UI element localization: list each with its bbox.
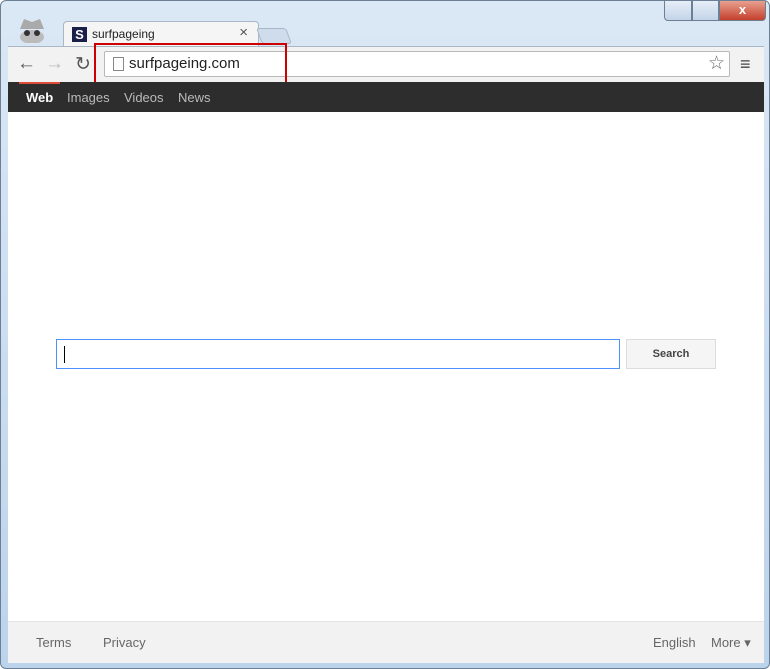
menu-icon[interactable]: ≡ <box>740 54 751 75</box>
incognito-icon <box>20 19 44 43</box>
browser-window: S surfpageing × x ← → ↻ surfpageing.com … <box>0 0 770 669</box>
nav-images[interactable]: Images <box>67 90 110 105</box>
bookmark-star-icon[interactable]: ☆ <box>708 52 725 75</box>
text-caret <box>64 346 65 363</box>
google-bar: Web Images Videos News <box>8 82 764 112</box>
language-link[interactable]: English <box>653 635 696 650</box>
footer: Terms Privacy English More ▾ <box>8 621 764 663</box>
maximize-button[interactable] <box>692 1 719 21</box>
privacy-link[interactable]: Privacy <box>103 635 146 650</box>
back-icon[interactable]: ← <box>17 53 36 75</box>
terms-link[interactable]: Terms <box>36 635 71 650</box>
new-tab-button[interactable] <box>256 28 292 44</box>
forward-icon[interactable]: → <box>45 53 64 75</box>
search-input[interactable] <box>56 339 620 369</box>
tab-title: surfpageing <box>92 27 155 41</box>
active-tab-indicator <box>19 82 60 84</box>
favicon: S <box>72 27 87 42</box>
nav-videos[interactable]: Videos <box>124 90 164 105</box>
nav-web[interactable]: Web <box>26 90 53 105</box>
nav-news[interactable]: News <box>178 90 211 105</box>
more-dropdown[interactable]: More ▾ <box>711 635 751 651</box>
close-window-button[interactable]: x <box>719 1 766 21</box>
search-button[interactable]: Search <box>626 339 716 369</box>
tab-close-icon[interactable]: × <box>239 24 248 41</box>
reload-icon[interactable]: ↻ <box>75 53 91 76</box>
minimize-button[interactable] <box>664 1 692 21</box>
url-highlight-box <box>94 43 287 86</box>
